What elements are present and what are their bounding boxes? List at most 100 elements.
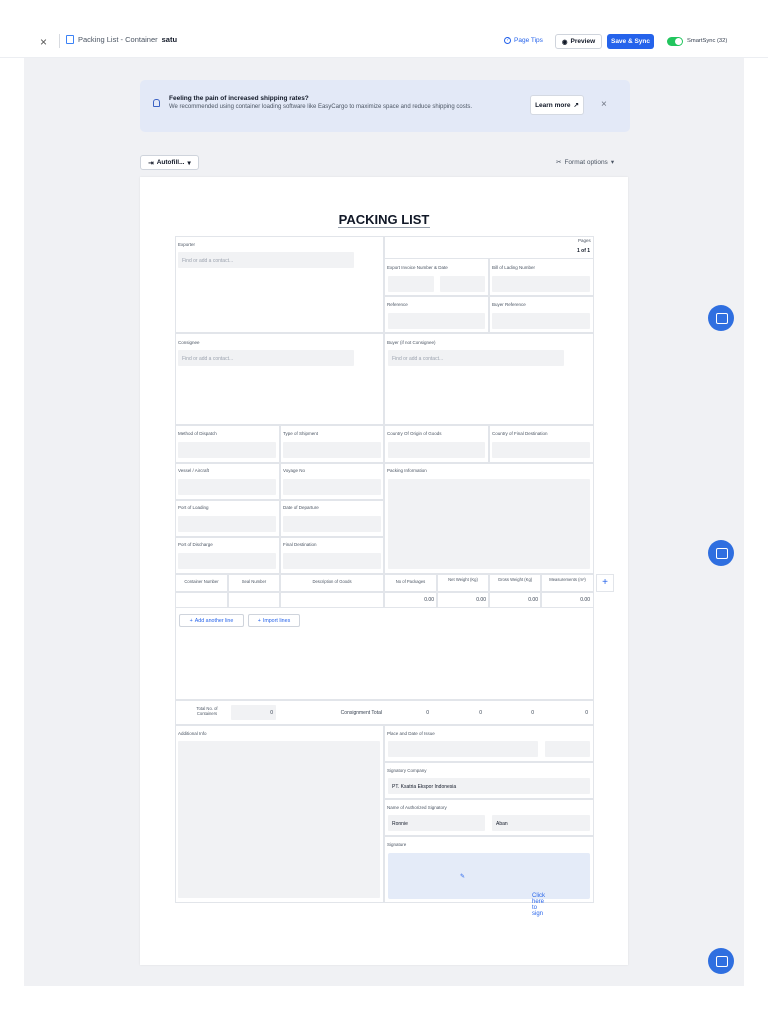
import-lines-button[interactable]: + Import lines <box>248 614 300 627</box>
total-containers-label: Total No. of Containers <box>196 706 218 716</box>
table-cell[interactable] <box>228 592 280 608</box>
type-of-shipment-field[interactable] <box>283 442 381 458</box>
signature-pad[interactable]: ✎ Click here to sign <box>388 853 590 917</box>
final-destination-label: Final Destination <box>283 542 317 547</box>
place-issue-field[interactable] <box>388 741 538 757</box>
departure-date-field[interactable] <box>283 516 381 532</box>
document-title-name: satu <box>161 35 178 44</box>
port-loading-label: Port of Loading <box>178 505 209 510</box>
exporter-cell <box>175 236 384 333</box>
buyer-placeholder: Find or add a contact... <box>392 356 444 362</box>
country-destination-field[interactable] <box>492 442 590 458</box>
buyer-reference-label: Buyer Reference <box>492 302 526 307</box>
format-options-dropdown[interactable]: ✂ Format options ▾ <box>556 158 615 167</box>
invoice-number-field[interactable] <box>388 276 434 292</box>
preview-button[interactable]: ◉ Preview <box>555 34 602 49</box>
eye-icon: ◉ <box>561 38 568 46</box>
import-lines-label: Import lines <box>262 617 291 624</box>
pages-value: 1 of 1 <box>577 248 591 254</box>
format-icon: ✂ <box>556 159 562 166</box>
bill-of-lading-field[interactable] <box>492 276 590 292</box>
chat-icon[interactable] <box>708 948 734 974</box>
document-title: Packing List - Container satu <box>66 35 177 44</box>
autofill-dropdown[interactable]: ⇥ Autofill... ▾ <box>140 155 199 170</box>
buyer-reference-field[interactable] <box>492 313 590 329</box>
invoice-date-field[interactable] <box>440 276 485 292</box>
chat-icon[interactable] <box>708 305 734 331</box>
add-column-button[interactable]: + <box>596 574 614 592</box>
divider <box>59 34 60 48</box>
packing-info-field[interactable] <box>388 479 590 569</box>
external-link-icon: ↗ <box>573 102 579 109</box>
vessel-field[interactable] <box>178 479 276 495</box>
banner-text: We recommended using container loading s… <box>169 104 473 110</box>
column-header: Net Weight (Kg) <box>448 577 478 582</box>
table-cell[interactable] <box>280 592 384 608</box>
smartsync-label: SmartSync (32) <box>687 38 728 44</box>
learn-more-button[interactable]: Learn more ↗ <box>530 95 584 115</box>
column-header: Measurements (m³) <box>549 577 586 582</box>
measurements-value: 0.00 <box>580 597 590 603</box>
format-options-label: Format options <box>564 158 608 166</box>
reference-field[interactable] <box>388 313 485 329</box>
add-line-button[interactable]: + Add another line <box>179 614 244 627</box>
autofill-icon: ⇥ <box>148 159 154 167</box>
export-invoice-label: Export Invoice Number & Date <box>387 265 448 270</box>
save-sync-button[interactable]: Save & Sync <box>607 34 654 49</box>
packing-info-label: Packing Information <box>387 468 427 473</box>
signature-label: Signature <box>387 842 407 847</box>
signatory-company-value: PT. Ksatria Ekspor Indonesia <box>392 784 457 790</box>
place-date-label: Place and Date of Issue <box>387 731 435 736</box>
click-to-sign-label: ✎ Click here to sign <box>460 874 545 917</box>
port-loading-field[interactable] <box>178 516 276 532</box>
plus-icon: + <box>257 617 261 624</box>
pages-label: Pages <box>578 238 591 243</box>
port-discharge-field[interactable] <box>178 553 276 569</box>
method-of-dispatch-field[interactable] <box>178 442 276 458</box>
chevron-down-icon: ▾ <box>610 159 615 166</box>
packages-value: 0.00 <box>424 597 434 603</box>
banner-close-icon[interactable]: × <box>601 99 607 110</box>
table-cell[interactable] <box>175 592 228 608</box>
country-origin-label: Country Of Origin of Goods <box>387 431 442 436</box>
document-title-prefix: Packing List - Container <box>78 35 158 44</box>
column-header: Seal Number <box>241 579 267 584</box>
banner-title: Feeling the pain of increased shipping r… <box>169 95 309 102</box>
document-icon <box>66 35 74 44</box>
page-title: PACKING LIST <box>338 212 430 228</box>
date-issue-field[interactable] <box>545 741 590 757</box>
bill-of-lading-label: Bill of Lading Number <box>492 265 536 270</box>
gross-weight-value: 0.00 <box>528 597 538 603</box>
close-icon[interactable]: × <box>40 35 47 49</box>
plus-icon: + <box>189 617 193 624</box>
voyage-field[interactable] <box>283 479 381 495</box>
departure-date-label: Date of Departure <box>283 505 319 510</box>
smartsync-toggle[interactable] <box>667 37 683 46</box>
total-gross-weight: 0 <box>531 710 534 716</box>
final-destination-field[interactable] <box>283 553 381 569</box>
signatory-company-label: Signatory Company <box>387 768 427 773</box>
help-icon: ? <box>504 37 511 44</box>
buyer-label: Buyer (if not Consignee) <box>387 340 436 345</box>
port-discharge-label: Port of Discharge <box>178 542 213 547</box>
total-packages: 0 <box>426 710 429 716</box>
promo-banner: Feeling the pain of increased shipping r… <box>140 80 630 132</box>
bell-icon <box>153 99 160 107</box>
chevron-down-icon: ▾ <box>187 159 191 167</box>
voyage-label: Voyage No <box>283 468 306 473</box>
reference-label: Reference <box>387 302 408 307</box>
country-origin-field[interactable] <box>388 442 485 458</box>
signatory-last-name: Aban <box>496 821 508 827</box>
total-containers-value: 0 <box>270 710 273 716</box>
chat-icon[interactable] <box>708 540 734 566</box>
column-header: No of Packages <box>395 579 426 584</box>
exporter-label: Exporter <box>178 242 196 247</box>
signatory-first-name: Ronnie <box>392 821 408 827</box>
page-tips-link[interactable]: ? Page Tips <box>504 37 543 44</box>
consignee-label: Consignee <box>178 340 200 345</box>
additional-info-field[interactable] <box>178 741 380 898</box>
autofill-label: Autofill... <box>156 159 185 166</box>
page-tips-label: Page Tips <box>514 37 543 44</box>
authorized-signatory-label: Name of Authorized Signatory <box>387 805 447 810</box>
exporter-placeholder: Find or add a contact... <box>182 258 234 264</box>
